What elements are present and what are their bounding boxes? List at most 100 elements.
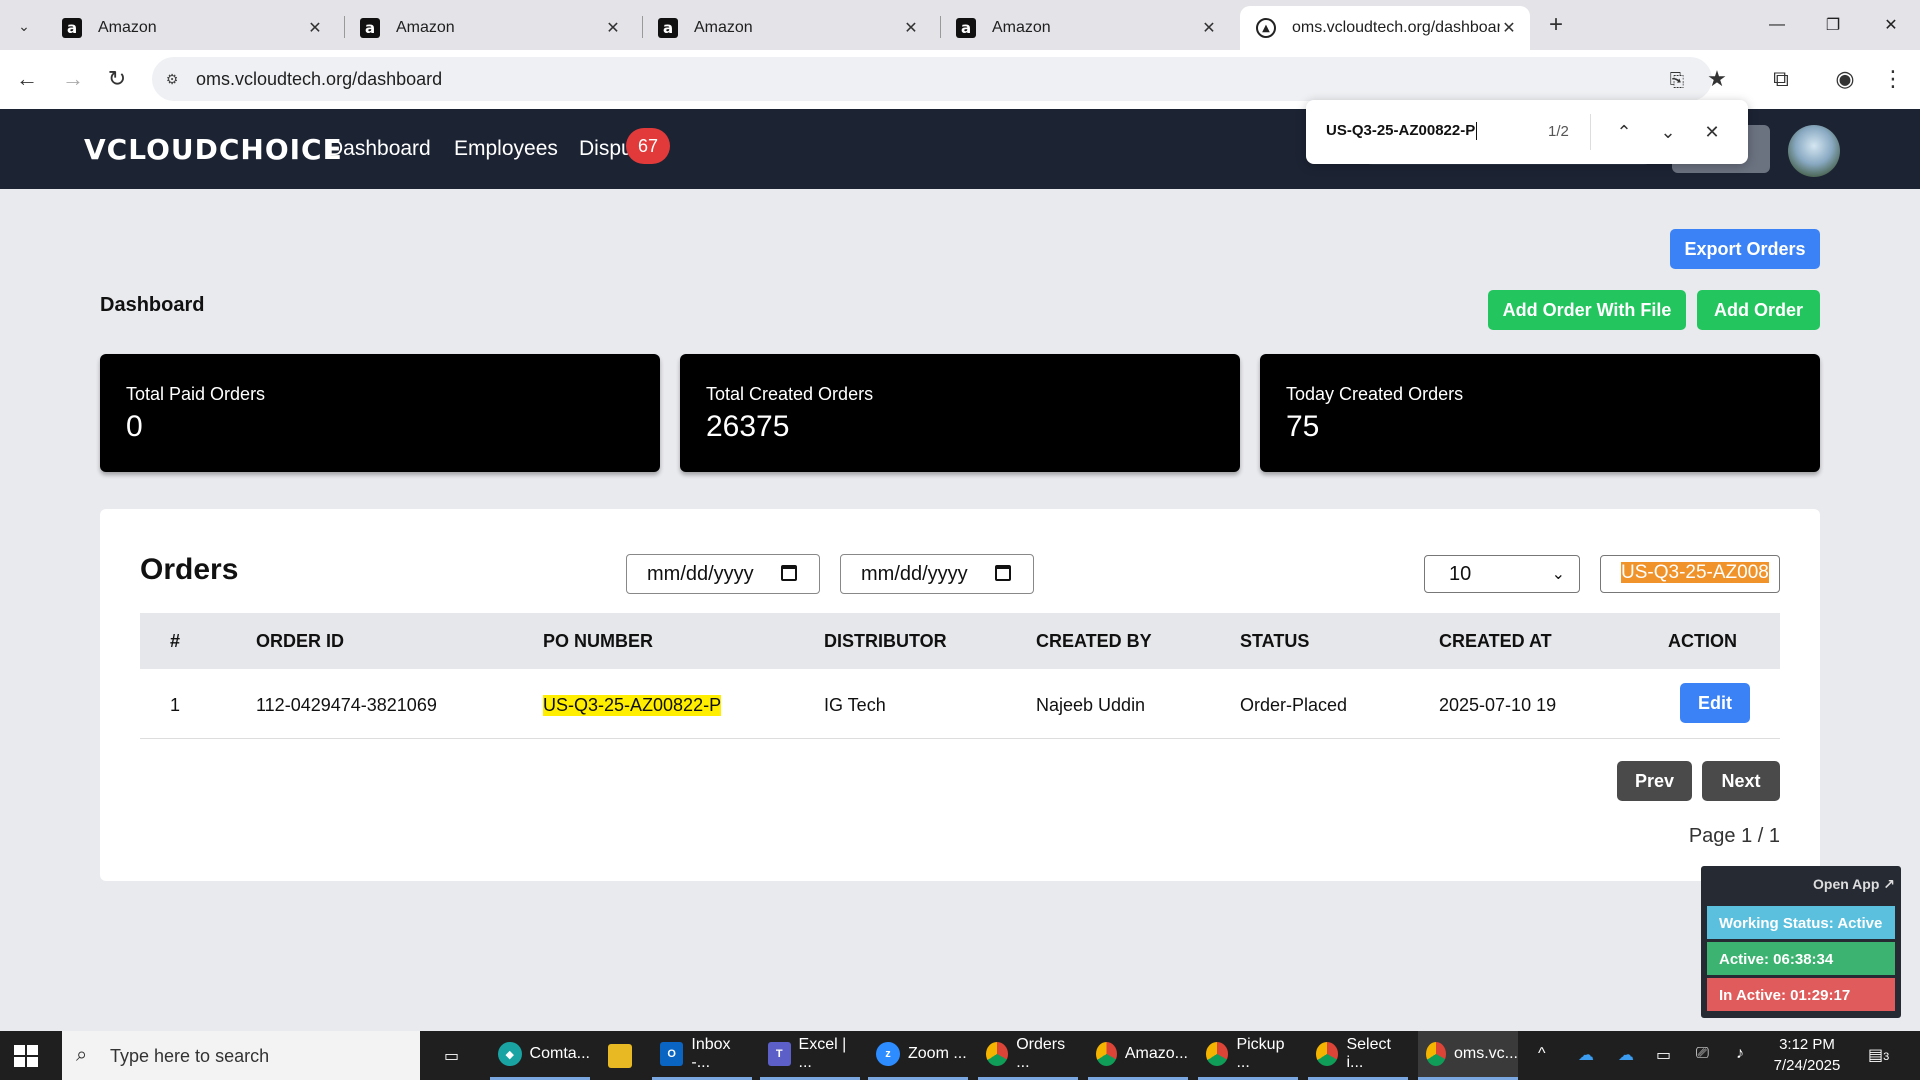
calendar-icon[interactable] [781,565,797,581]
taskbar-app-label: Excel | ... [798,1036,847,1071]
address-bar[interactable]: ⚙ oms.vcloudtech.org/dashboard ⎘ [152,57,1712,101]
amazon-favicon-icon: a [360,18,380,38]
taskbar-app-chrome-oms[interactable]: oms.vc... [1418,1031,1518,1080]
column-header: CREATED AT [1439,631,1552,651]
tab-close-icon[interactable]: ✕ [306,18,324,38]
taskbar-search-input[interactable]: ⌕ Type here to search [62,1031,420,1080]
tab-title: Amazon [694,19,753,36]
cloud-sync-icon[interactable]: ☁ [1618,1045,1634,1065]
amazon-favicon-icon: a [658,18,678,38]
page-info: Page 1 / 1 [1688,825,1780,847]
chrome-icon [1206,1042,1229,1066]
next-page-button[interactable]: Next [1702,761,1780,801]
volume-icon[interactable]: ♪ [1736,1045,1744,1063]
user-avatar[interactable] [1788,125,1840,177]
nav-dashboard[interactable]: Dashboard [328,137,431,161]
stat-value: 26375 [706,410,790,443]
page-size-select[interactable]: 10 ⌄ [1424,555,1580,593]
orders-title: Orders [140,553,239,586]
clock-time: 3:12 PM [1779,1036,1835,1053]
stat-value: 0 [126,410,143,443]
taskbar-app-label: Amazo... [1124,1045,1188,1062]
disputes-count-badge: 67 [626,128,670,164]
browser-tab[interactable]: a Amazon ✕ [344,6,634,50]
orders-search-input[interactable]: US-Q3-25-AZ008 [1600,555,1780,593]
tab-close-icon[interactable]: ✕ [604,18,622,38]
taskbar-app-chrome-amazon[interactable]: Amazo... [1088,1031,1188,1080]
stat-label: Total Created Orders [706,384,874,404]
back-icon[interactable]: ← [12,64,42,94]
browser-tab[interactable]: a Amazon ✕ [46,6,336,50]
find-bar: US-Q3-25-AZ00822-P 1/2 ⌃ ⌄ ✕ [1306,100,1748,164]
find-previous-icon[interactable]: ⌃ [1610,118,1638,146]
amazon-favicon-icon: a [956,18,976,38]
find-close-icon[interactable]: ✕ [1698,118,1726,146]
date-from-input[interactable]: mm/dd/yyyy [626,554,820,594]
stat-card-total-paid: Total Paid Orders 0 [100,354,660,472]
row-number: 1 [170,695,181,715]
taskbar-app-zoom[interactable]: z Zoom ... [868,1031,968,1080]
date-to-input[interactable]: mm/dd/yyyy [840,554,1034,594]
add-order-with-file-button[interactable]: Add Order With File [1488,290,1686,330]
table-row: 1 112-0429474-3821069 US-Q3-25-AZ00822-P… [140,669,1780,739]
bookmark-star-icon[interactable]: ★ [1702,64,1732,94]
site-info-icon[interactable]: ⚙ [162,69,182,89]
windows-start-icon[interactable] [14,1045,38,1067]
page-content: VCLOUDCHOICE Dashboard Employees Dispu 6… [0,109,1920,1031]
notification-count: 3 [1883,1051,1890,1063]
window-close-icon[interactable]: ✕ [1868,10,1914,40]
minimize-icon[interactable]: — [1754,10,1800,40]
taskbar-app-label: Zoom ... [908,1045,967,1062]
network-icon[interactable]: ⎚ [1696,1045,1709,1063]
notifications-icon[interactable]: ▤3 [1868,1045,1889,1065]
tab-close-icon[interactable]: ✕ [1500,18,1518,38]
taskbar-app-chrome-select[interactable]: Select i... [1308,1031,1408,1080]
profile-icon[interactable]: ◉ [1830,64,1860,94]
extensions-icon[interactable]: ⧉ [1766,64,1796,94]
taskbar-app-comta[interactable]: ◆ Comta... [490,1031,590,1080]
status: Order-Placed [1240,695,1348,715]
taskbar: ⌕ Type here to search ▭ ◆ Comta... O Inb… [0,1031,1920,1080]
browser-menu-icon[interactable]: ⋮ [1878,64,1908,94]
search-placeholder: Type here to search [110,1046,270,1066]
tab-search-icon[interactable]: ⌄ [12,14,36,38]
nav-disputes[interactable]: Dispu [579,137,633,161]
taskbar-app-explorer[interactable] [600,1031,644,1080]
taskbar-app-teams[interactable]: T Excel | ... [760,1031,860,1080]
find-input[interactable]: US-Q3-25-AZ00822-P [1326,122,1478,141]
browser-tab-active[interactable]: ▲ oms.vcloudtech.org/dashboard ✕ [1240,6,1530,50]
add-order-button[interactable]: Add Order [1697,290,1820,330]
tab-close-icon[interactable]: ✕ [1200,18,1218,38]
tab-close-icon[interactable]: ✕ [902,18,920,38]
onedrive-icon[interactable]: ☁ [1578,1045,1594,1065]
system-clock[interactable]: 3:12 PM 7/24/2025 [1762,1034,1852,1076]
export-orders-button[interactable]: Export Orders [1670,229,1820,269]
amazon-favicon-icon: a [62,18,82,38]
battery-icon[interactable]: ▭ [1656,1045,1671,1065]
app-logo[interactable]: VCLOUDCHOICE [84,133,343,166]
calendar-icon[interactable] [995,565,1011,581]
browser-tab[interactable]: a Amazon ✕ [642,6,932,50]
taskbar-app-chrome-orders[interactable]: Orders ... [978,1031,1078,1080]
tray-chevron-icon[interactable]: ^ [1538,1045,1546,1063]
taskbar-app-label: Pickup ... [1236,1036,1285,1071]
taskbar-app-chrome-pickup[interactable]: Pickup ... [1198,1031,1298,1080]
nav-employees[interactable]: Employees [454,137,558,161]
reload-icon[interactable]: ↻ [102,64,132,94]
find-match-count: 1/2 [1548,123,1569,140]
new-tab-icon[interactable]: + [1544,10,1568,40]
open-app-link[interactable]: Open App ↗ [1813,876,1895,893]
find-next-icon[interactable]: ⌄ [1654,118,1682,146]
restore-icon[interactable]: ❐ [1810,10,1856,40]
prev-page-button[interactable]: Prev [1617,761,1692,801]
folder-icon [608,1043,632,1068]
forward-icon[interactable]: → [58,64,88,94]
chrome-icon [1426,1042,1446,1066]
taskbar-app-outlook[interactable]: O Inbox -... [652,1031,752,1080]
url-text[interactable]: oms.vcloudtech.org/dashboard [196,69,442,90]
find-in-page-icon[interactable]: ⎘ [1666,69,1688,91]
edit-button[interactable]: Edit [1680,683,1750,723]
column-header: CREATED BY [1036,631,1152,651]
browser-tab[interactable]: a Amazon ✕ [940,6,1230,50]
task-view-icon[interactable]: ▭ [436,1031,484,1080]
